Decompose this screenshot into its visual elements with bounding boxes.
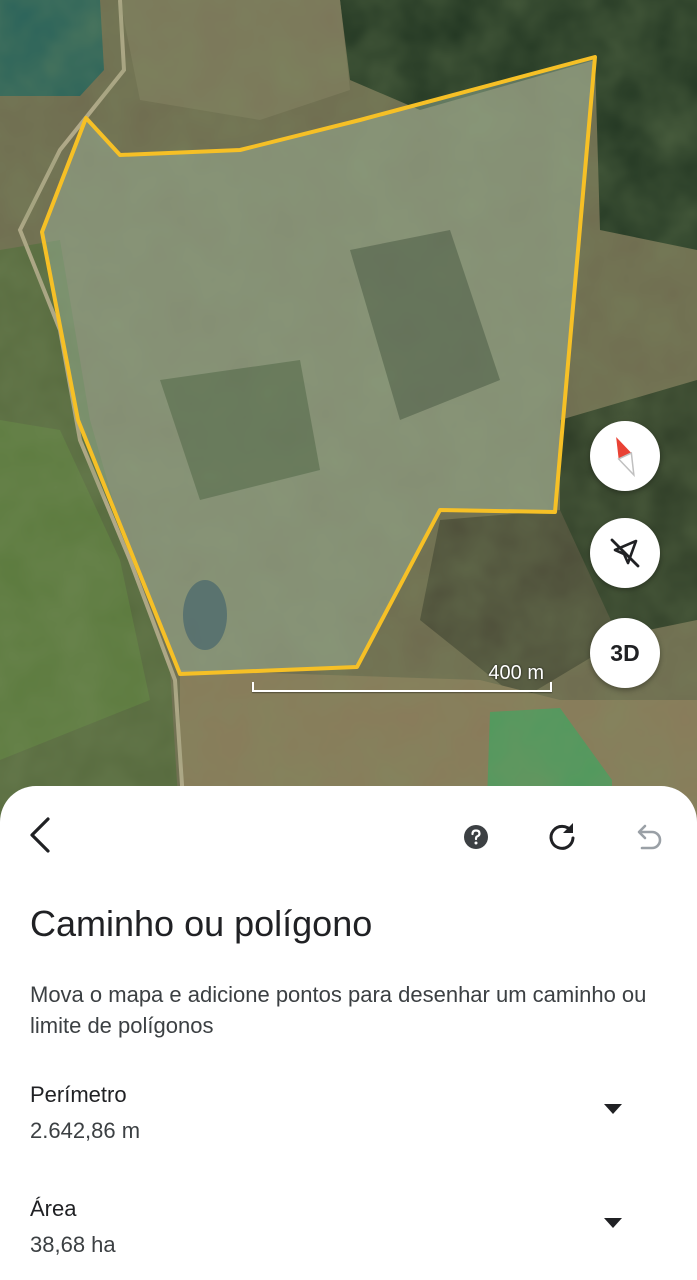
chevron-left-icon	[30, 817, 50, 853]
location-off-button[interactable]	[590, 518, 660, 588]
undo-button[interactable]	[630, 820, 666, 852]
reset-button[interactable]	[544, 818, 580, 854]
scale-bar	[252, 682, 552, 692]
location-off-icon	[610, 538, 640, 568]
perimeter-row[interactable]: Perímetro 2.642,86 m	[30, 1082, 650, 1152]
back-button[interactable]	[20, 810, 60, 860]
measure-panel: Caminho ou polígono Mova o mapa e adicio…	[0, 786, 697, 1280]
area-label: Área	[30, 1196, 77, 1221]
compass-button[interactable]	[590, 421, 660, 491]
undo-icon	[637, 824, 662, 850]
area-row[interactable]: Área 38,68 ha	[30, 1196, 650, 1266]
perimeter-dropdown-icon[interactable]	[602, 1102, 624, 1116]
page-title: Caminho ou polígono	[30, 903, 373, 944]
satellite-map[interactable]: 3D 400 m	[0, 0, 697, 830]
area-dropdown-icon[interactable]	[602, 1216, 624, 1230]
perimeter-value: 2.642,86 m	[30, 1118, 141, 1143]
help-icon	[464, 825, 488, 849]
view-3d-label: 3D	[610, 639, 640, 666]
map-imagery	[0, 0, 697, 830]
refresh-icon	[549, 823, 575, 850]
instructions-text: Mova o mapa e adicione pontos para desen…	[30, 982, 647, 1038]
help-button[interactable]	[462, 823, 490, 851]
perimeter-label: Perímetro	[30, 1082, 127, 1107]
map-scale: 400 m	[252, 660, 552, 696]
compass-icon	[616, 436, 635, 478]
area-value: 38,68 ha	[30, 1232, 116, 1257]
view-3d-button[interactable]: 3D	[590, 618, 660, 688]
